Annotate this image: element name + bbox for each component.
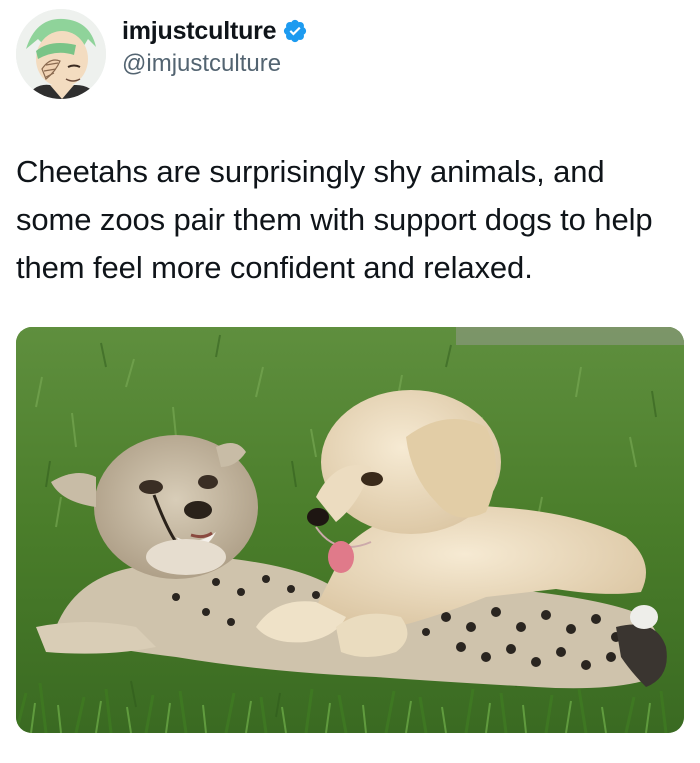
tweet-photo[interactable]	[16, 327, 684, 733]
tweet-header: imjustculture @imjustculture	[16, 8, 308, 100]
cheetah-and-puppy-photo	[16, 327, 684, 733]
display-name-row: imjustculture	[122, 17, 308, 46]
tweet[interactable]: imjustculture @imjustculture Cheetahs ar…	[0, 0, 700, 763]
author-names: imjustculture @imjustculture	[122, 17, 308, 78]
avatar-image	[16, 9, 106, 99]
author-handle[interactable]: @imjustculture	[122, 50, 308, 78]
avatar[interactable]	[16, 9, 106, 99]
tweet-text: Cheetahs are surprisingly shy animals, a…	[16, 154, 653, 285]
verified-badge-icon	[282, 18, 308, 44]
display-name[interactable]: imjustculture	[122, 17, 277, 46]
